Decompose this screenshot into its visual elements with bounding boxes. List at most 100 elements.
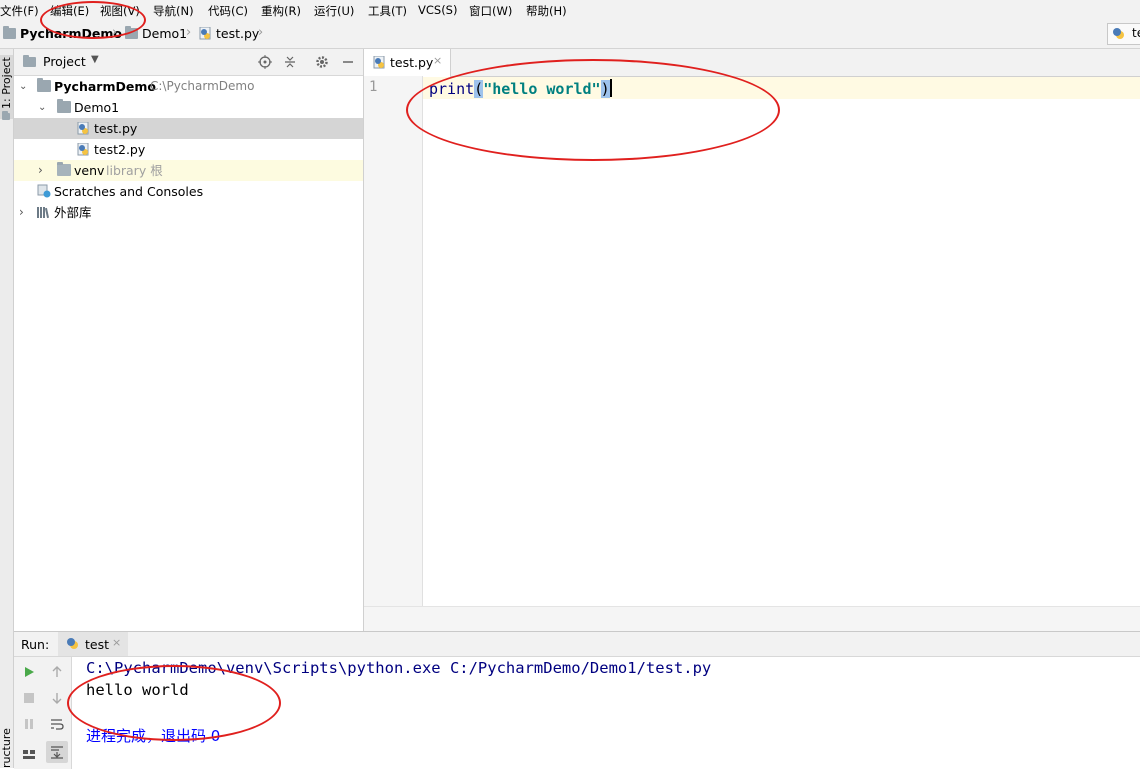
library-icon [37, 207, 50, 219]
dropdown-arrow-icon[interactable]: ▼ [91, 54, 99, 65]
tree-file-label: test.py [94, 121, 138, 136]
chevron-right-icon[interactable]: › [19, 202, 24, 223]
tree-item-test2-py[interactable]: test2.py [14, 139, 363, 160]
menu-vcs[interactable]: VCS(S) [418, 3, 457, 17]
chevron-right-icon: › [112, 25, 118, 40]
tree-folder-label: Demo1 [74, 100, 120, 115]
console-exit-message: 进程完成，退出码 0 [86, 727, 221, 745]
tree-item-external-libs[interactable]: › 外部库 [14, 202, 363, 223]
gear-icon[interactable] [315, 55, 329, 69]
menu-bar: 文件(F) 编辑(E) 视图(V) 导航(N) 代码(C) 重构(R) 运行(U… [0, 0, 1140, 20]
minimize-icon[interactable] [341, 55, 355, 69]
text-caret [609, 79, 612, 97]
project-tool-label: 1: Project [0, 57, 13, 109]
menu-code[interactable]: 代码(C) [208, 3, 248, 19]
editor-tab-label: test.py [390, 55, 434, 70]
chevron-down-icon[interactable]: ⌄ [38, 97, 46, 118]
scroll-to-end-icon [51, 746, 63, 759]
code-string: "hello world" [483, 80, 601, 98]
breadcrumb-file[interactable]: test.py [216, 26, 259, 41]
console-output: hello world [86, 681, 189, 699]
folder-icon [125, 26, 138, 39]
console-command: C:\PycharmDemo\venv\Scripts\python.exe C… [86, 659, 712, 677]
tree-venv-label: venv [74, 163, 105, 178]
tree-external-label: 外部库 [54, 205, 92, 220]
editor-pane: test.py × 1 print("hello world") [364, 49, 1140, 632]
menu-help[interactable]: 帮助(H) [526, 3, 567, 19]
menu-view[interactable]: 视图(V) [100, 3, 140, 19]
scroll-to-end-toggle[interactable] [46, 741, 68, 763]
run-tab-test[interactable]: test × [58, 632, 128, 656]
tree-item-test-py[interactable]: test.py [14, 118, 363, 139]
tree-scratches-label: Scratches and Consoles [54, 184, 204, 199]
editor-footer [364, 606, 1140, 632]
folder-icon [57, 99, 71, 113]
folder-icon [2, 111, 10, 120]
tree-item-demo1[interactable]: ⌄ Demo1 [14, 97, 363, 118]
python-file-icon [373, 56, 385, 69]
menu-refactor[interactable]: 重构(R) [261, 3, 301, 19]
stop-icon[interactable] [22, 691, 36, 705]
chevron-down-icon[interactable]: ⌄ [19, 76, 27, 97]
structure-tool-label[interactable]: ructure [0, 728, 13, 768]
run-panel-header: Run: test × [14, 632, 1140, 657]
layout-icon[interactable] [22, 747, 36, 761]
editor-tab-test-py[interactable]: test.py × [364, 49, 451, 77]
arrow-down-icon[interactable] [50, 691, 64, 705]
tree-root-path: C:\PycharmDemo [150, 79, 255, 93]
code-function: print [429, 80, 475, 98]
pause-icon[interactable] [22, 717, 36, 731]
run-label: Run: [21, 637, 50, 652]
folder-icon [23, 55, 36, 67]
scratches-icon [37, 184, 51, 198]
menu-window[interactable]: 窗口(W) [469, 3, 512, 19]
python-file-icon [77, 143, 89, 156]
menu-edit[interactable]: 编辑(E) [50, 3, 89, 19]
rerun-icon[interactable] [22, 665, 36, 679]
chevron-right-icon: › [186, 25, 192, 40]
locate-icon[interactable] [258, 55, 272, 69]
close-icon[interactable]: × [112, 636, 121, 649]
tree-file-label: test2.py [94, 142, 146, 157]
breadcrumb-folder[interactable]: Demo1 [142, 26, 187, 41]
line-number-gutter: 1 [364, 76, 423, 606]
code-paren-open: ( [474, 80, 484, 98]
left-tool-strip: 1: Project ructure [0, 49, 14, 768]
breadcrumb: PycharmDemo › Demo1 › test.py › te [0, 20, 1140, 49]
code-line[interactable]: print("hello world") [429, 79, 612, 98]
tree-item-scratches[interactable]: Scratches and Consoles [14, 181, 363, 202]
editor-tab-bar: test.py × [364, 49, 1140, 77]
menu-run[interactable]: 运行(U) [314, 3, 354, 19]
folder-icon [57, 162, 71, 176]
project-panel: Project ▼ ⌄ PycharmDemo C:\PycharmDemo ⌄… [14, 49, 364, 631]
menu-file[interactable]: 文件(F) [0, 3, 39, 19]
menu-navigate[interactable]: 导航(N) [153, 3, 194, 19]
run-toolbar [14, 657, 72, 769]
run-config-selector[interactable]: te [1107, 23, 1140, 45]
project-panel-header: Project ▼ [14, 49, 363, 76]
line-number: 1 [369, 79, 378, 95]
code-paren-close: ) [600, 80, 610, 98]
python-file-icon [77, 122, 89, 135]
tree-root-label: PycharmDemo [54, 79, 156, 94]
tree-item-root[interactable]: ⌄ PycharmDemo C:\PycharmDemo [14, 76, 363, 97]
run-config-label: te [1132, 26, 1140, 40]
tree-venv-note: library 根 [106, 163, 163, 178]
close-icon[interactable]: × [433, 54, 442, 67]
project-view-title[interactable]: Project [43, 54, 86, 69]
arrow-up-icon[interactable] [50, 665, 64, 679]
python-file-icon [1113, 28, 1124, 39]
breadcrumb-root[interactable]: PycharmDemo [20, 26, 122, 41]
chevron-right-icon: › [258, 25, 264, 40]
folder-icon [3, 26, 16, 39]
menu-tools[interactable]: 工具(T) [368, 3, 407, 19]
folder-icon [37, 78, 51, 92]
run-tab-label: test [85, 637, 110, 652]
collapse-all-icon[interactable] [283, 55, 297, 69]
run-panel: Run: test × C:\PycharmDemo\venv\Scripts\… [14, 631, 1140, 769]
python-file-icon [199, 27, 211, 40]
tree-item-venv[interactable]: › venv library 根 [14, 160, 363, 181]
python-file-icon [67, 638, 78, 649]
chevron-right-icon[interactable]: › [38, 160, 43, 181]
soft-wrap-icon[interactable] [50, 717, 64, 731]
